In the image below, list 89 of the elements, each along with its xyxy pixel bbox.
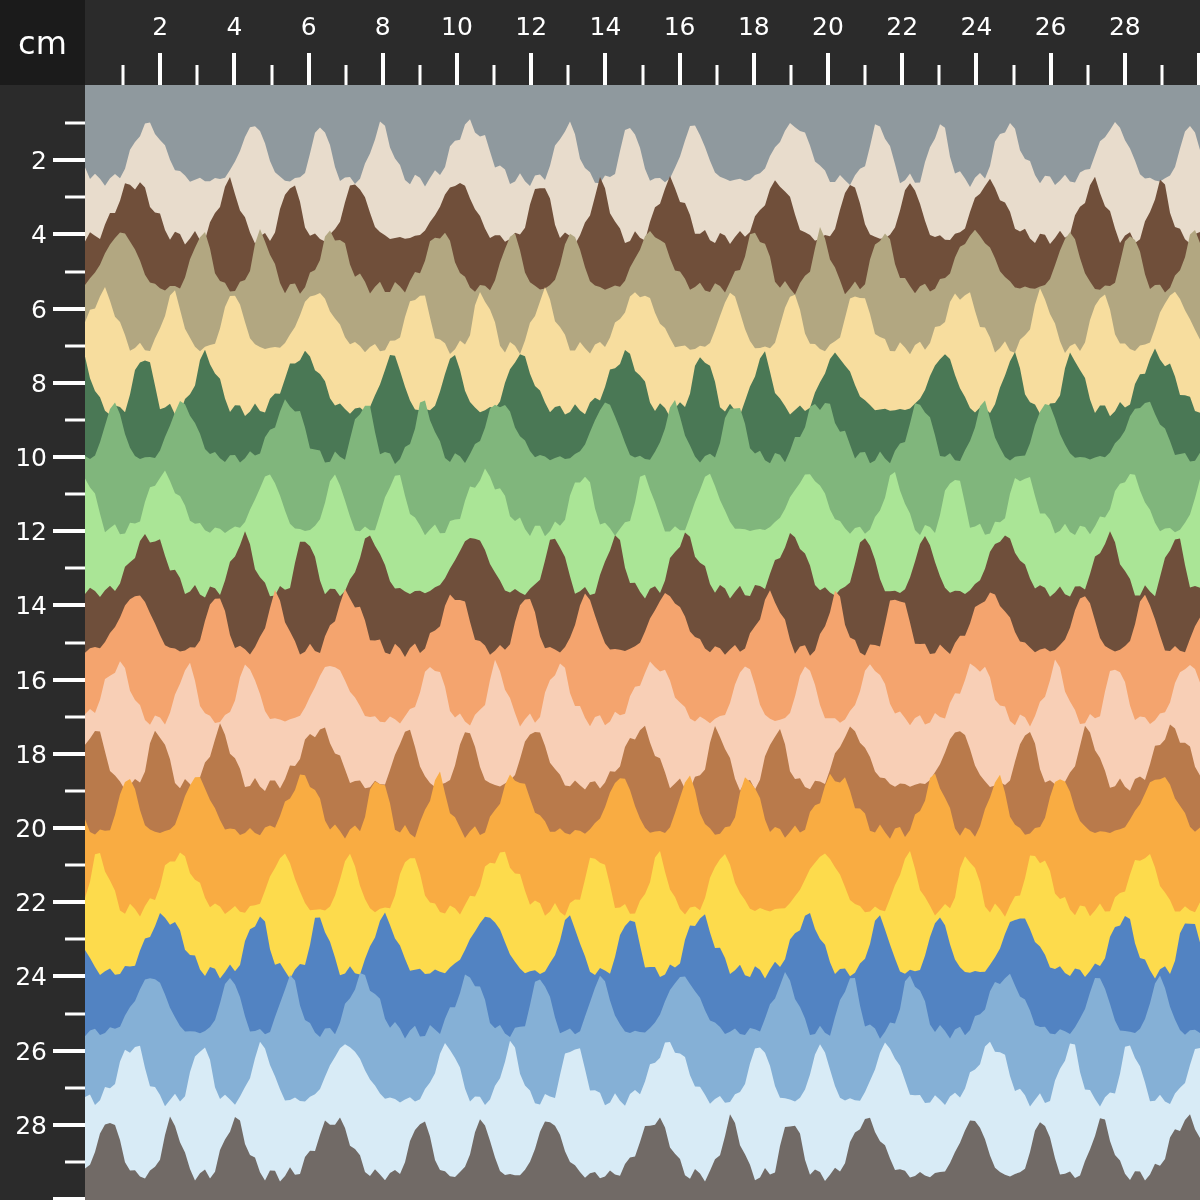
- ruler-label: 10: [441, 12, 473, 41]
- ruler-tick: [65, 641, 85, 644]
- ruler-tick: [603, 53, 608, 85]
- ruler-tick: [65, 863, 85, 867]
- ruler-label: 14: [589, 12, 622, 41]
- ruler-tick: [418, 65, 422, 85]
- ruler-label: 18: [737, 12, 770, 41]
- ruler-label: 26: [15, 1036, 47, 1066]
- ruler-tick: [937, 65, 941, 85]
- ruler-tick: [53, 158, 85, 163]
- ruler-tick: [158, 53, 163, 85]
- ruler-tick: [65, 1012, 85, 1015]
- ruler-label: 4: [226, 12, 243, 41]
- ruler-tick: [65, 344, 85, 348]
- ruler-tick: [65, 1086, 85, 1090]
- ruler-tick: [53, 677, 85, 682]
- ruler-tick: [492, 65, 496, 85]
- ruler-tick: [121, 65, 125, 85]
- ruler-label: 22: [886, 12, 919, 41]
- ruler-tick: [53, 751, 85, 756]
- ruler-tick: [65, 715, 85, 719]
- ruler-tick: [1048, 53, 1053, 85]
- ruler-label: 28: [1108, 12, 1141, 41]
- ruler-tick: [53, 603, 85, 608]
- ruler-label: 20: [15, 813, 47, 843]
- ruler-label: 12: [515, 12, 548, 41]
- ruler-tick: [1122, 53, 1127, 85]
- ruler-tick: [380, 53, 385, 85]
- ruler-label: 8: [31, 368, 47, 398]
- ruler-tick: [65, 121, 85, 125]
- ruler-tick: [53, 455, 85, 459]
- ruler-tick: [751, 53, 756, 85]
- ruler-label: 24: [960, 12, 993, 41]
- ruler-tick: [65, 492, 85, 496]
- ruler-label: 2: [31, 145, 47, 175]
- ruler-tick: [641, 65, 644, 85]
- ruler-tick: [270, 65, 273, 85]
- ruler-label: 16: [15, 665, 47, 695]
- ruler-tick: [826, 53, 830, 85]
- ruler-label: 16: [663, 12, 696, 41]
- ruler-tick: [232, 53, 237, 85]
- ruler-tick: [1086, 65, 1090, 85]
- ruler-label: 20: [812, 12, 844, 41]
- ruler-tick: [195, 65, 199, 85]
- ruler-tick: [863, 65, 867, 85]
- ruler-tick: [53, 1048, 85, 1053]
- ruler-tick: [53, 900, 85, 905]
- ruler-tick: [1160, 65, 1164, 85]
- ruler-label: 10: [15, 442, 47, 472]
- ruler-tick: [65, 566, 85, 570]
- ruler-tick: [306, 53, 311, 85]
- ruler-tick: [344, 65, 348, 85]
- ruler-label: 22: [15, 887, 47, 917]
- ruler-label: 26: [1034, 12, 1067, 41]
- ruler-tick: [789, 65, 793, 85]
- ruler-tick: [566, 65, 570, 85]
- ruler-tick: [53, 380, 85, 385]
- ruler-tick: [65, 418, 85, 422]
- ruler-tick: [974, 53, 979, 85]
- ruler-tick: [1197, 53, 1200, 85]
- ruler-tick: [900, 53, 905, 85]
- ruler-label: 28: [15, 1110, 47, 1140]
- ruler-label: 18: [15, 739, 47, 769]
- ruler-label: 8: [374, 12, 391, 41]
- ruler-tick: [53, 232, 85, 237]
- ruler-tick: [53, 1197, 85, 1200]
- ruler-label: 6: [31, 294, 47, 324]
- ruler-label: 2: [152, 12, 169, 41]
- ruler-label: 6: [300, 12, 317, 41]
- ruler-tick: [65, 937, 85, 941]
- ruler-tick: [65, 195, 85, 199]
- unit-label: cm: [18, 23, 67, 62]
- ruler-tick: [677, 53, 682, 85]
- ruler-tick: [53, 1122, 85, 1127]
- ruler-tick: [53, 529, 85, 534]
- ruler-tick: [53, 974, 85, 979]
- ruler-tick: [1012, 65, 1015, 85]
- ruler-label: 4: [31, 219, 47, 249]
- ruler-tick: [53, 306, 85, 311]
- ruler-label: 24: [15, 961, 47, 991]
- ruler-tick: [715, 65, 719, 85]
- ruler-tick: [529, 53, 534, 85]
- ruler-tick: [65, 789, 85, 793]
- ruler-tick: [65, 1160, 85, 1164]
- ruler-label: 12: [15, 516, 47, 546]
- ruler-tick: [65, 270, 85, 273]
- ruler-tick: [53, 826, 85, 830]
- ruler-tick: [455, 53, 459, 85]
- ruler-label: 14: [15, 590, 47, 620]
